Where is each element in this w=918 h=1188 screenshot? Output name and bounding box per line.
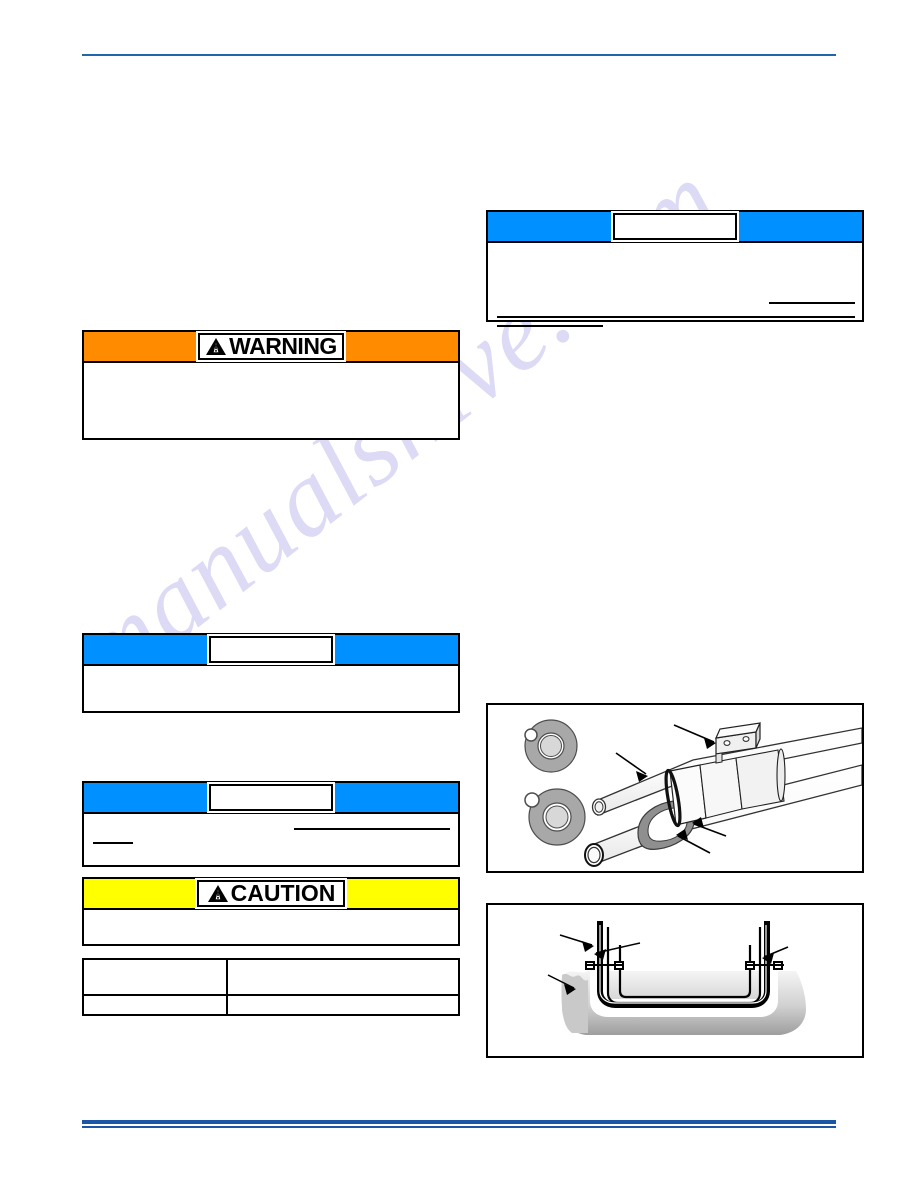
notice-alert-box-left-upper — [82, 633, 460, 713]
redaction-underline — [769, 302, 855, 304]
warning-alert-box: WARNING — [82, 330, 460, 440]
refrigerant-lineset-insulation-diagram — [524, 719, 862, 867]
warning-triangle-icon — [207, 884, 229, 903]
table-cell — [81, 958, 229, 996]
notice-alert-label-left-upper — [207, 634, 335, 665]
figure-lineset-insulation — [486, 703, 864, 873]
tape-roll-upper — [524, 719, 578, 773]
caution-alert-header: CAUTION — [84, 878, 458, 910]
warning-alert-label: WARNING — [196, 331, 346, 362]
notice-alert-box-top-right — [486, 210, 864, 327]
buried-lineset-trench-diagram — [547, 921, 806, 1035]
warning-alert-header: WARNING — [84, 331, 458, 363]
footer-rule — [82, 1120, 836, 1128]
notice-alert-header-left-lower — [84, 782, 458, 814]
header-rule — [82, 54, 836, 56]
caution-alert-label-text: CAUTION — [230, 880, 336, 906]
table-row — [81, 958, 460, 996]
warning-triangle-icon — [205, 337, 227, 356]
table-cell — [226, 994, 460, 1016]
spec-table — [81, 958, 460, 1016]
redaction-underline — [294, 828, 450, 830]
document-page: manualshive.com WARNING — [0, 0, 918, 1188]
redaction-underline — [497, 316, 855, 318]
figure-buried-lineset — [486, 903, 864, 1058]
notice-alert-label-top-right — [611, 211, 739, 242]
caution-alert-label: CAUTION — [194, 878, 348, 909]
table-row — [81, 994, 460, 1016]
notice-alert-body-left-lower — [84, 814, 458, 865]
tape-roll-lower — [524, 788, 586, 846]
warning-alert-body — [84, 363, 458, 438]
notice-alert-body-left-upper — [84, 666, 458, 711]
notice-alert-header-left-upper — [84, 634, 458, 666]
notice-alert-box-left-lower — [82, 781, 460, 867]
table-cell — [81, 994, 229, 1016]
notice-alert-header-top-right — [488, 211, 862, 243]
caution-alert-body — [84, 910, 458, 944]
redaction-underline — [93, 842, 133, 844]
table-cell — [226, 958, 460, 996]
redaction-underline — [497, 325, 603, 327]
caution-alert-box: CAUTION — [82, 877, 460, 946]
notice-alert-body-top-right — [488, 243, 862, 327]
footer-rule-thin — [82, 1126, 836, 1128]
notice-alert-label-left-lower — [207, 782, 335, 813]
warning-alert-label-text: WARNING — [229, 333, 337, 359]
